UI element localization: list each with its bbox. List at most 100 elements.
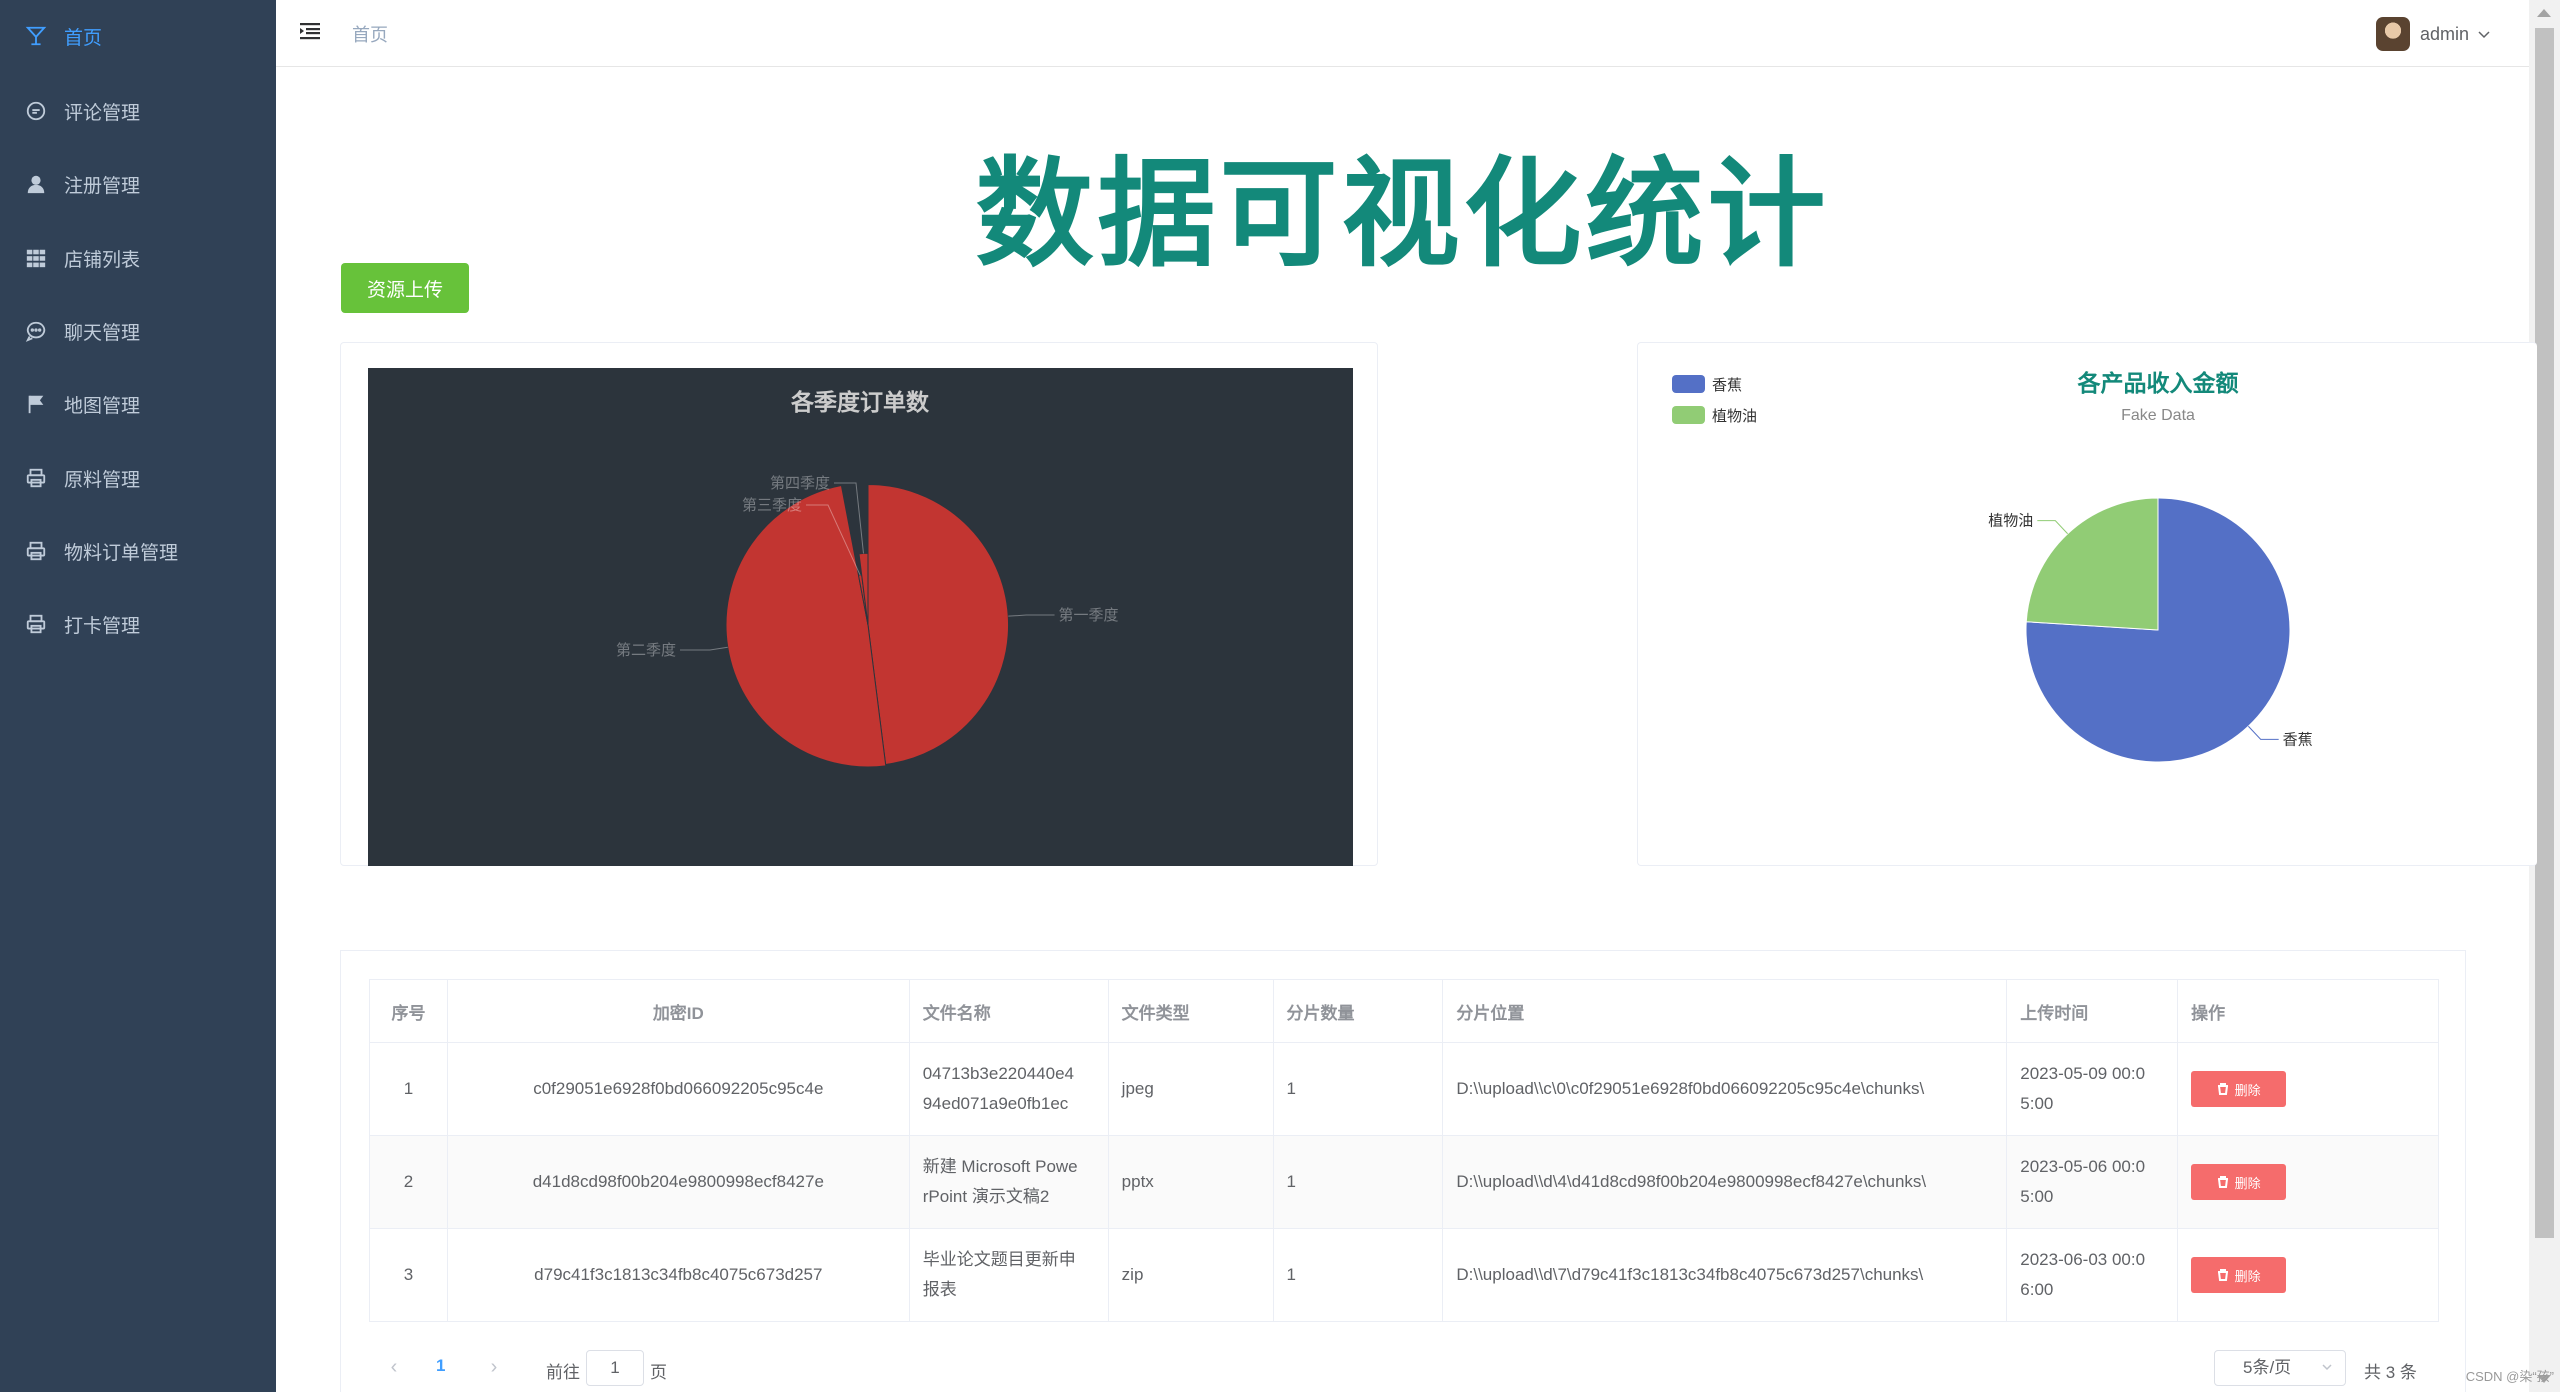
cell-index: 2 [369, 1135, 448, 1229]
breadcrumb[interactable]: 首页 [352, 21, 388, 47]
cell-index: 1 [369, 1042, 448, 1136]
legend-swatch [1672, 375, 1705, 393]
pie-slice [2025, 497, 2159, 631]
pie-slice [867, 483, 1009, 765]
pagination: ‹ 1 › 前往 页 5条/页 共 3 条 [340, 1348, 2466, 1388]
pie-label: 第一季度 [1059, 606, 1119, 624]
col-header-id: 加密ID [446, 979, 910, 1043]
sidebar-item-home[interactable]: 首页 [0, 6, 276, 66]
sidebar-item-checkin[interactable]: 打卡管理 [0, 594, 276, 654]
col-header-filetype: 文件类型 [1107, 979, 1274, 1043]
printer-icon [24, 612, 48, 636]
grid-icon [24, 246, 48, 270]
chat-dot-icon [24, 99, 48, 123]
next-page-icon[interactable]: › [484, 1357, 504, 1377]
cell-id: c0f29051e6928f0bd066092205c95c4e [446, 1042, 910, 1136]
page-size-select[interactable]: 5条/页 [2214, 1350, 2346, 1386]
cell-upload-time: 2023-05-09 00:0 5:00 [2006, 1042, 2179, 1136]
cell-time-line: 2023-05-09 00:0 [2020, 1064, 2146, 1083]
username: admin [2419, 23, 2469, 44]
chart-subtitle: Fake Data [2121, 407, 2195, 424]
chat-bubble-icon [24, 319, 48, 343]
chevron-down-icon [2322, 1364, 2332, 1371]
trash-icon [2217, 1269, 2228, 1281]
cell-chunk-count: 1 [1272, 1228, 1444, 1322]
legend-label: 植物油 [1712, 408, 1757, 425]
sidebar-item-label: 聊天管理 [64, 322, 141, 344]
sidebar-item-shops[interactable]: 店铺列表 [0, 228, 276, 288]
sidebar-item-chat[interactable]: 聊天管理 [0, 301, 276, 361]
product-revenue-pie-svg: 各产品收入金额Fake Data香蕉植物油香蕉植物油 [1672, 370, 2313, 763]
cell-upload-time: 2023-06-03 00:0 6:00 [2006, 1228, 2179, 1322]
sidebar-item-registration[interactable]: 注册管理 [0, 154, 276, 214]
cell-filename-line: 毕业论文题目更新申 [922, 1250, 1076, 1269]
pie-label-line [1008, 614, 1055, 617]
goto-page-input[interactable] [586, 1350, 644, 1386]
cocktail-icon [24, 24, 48, 48]
user-icon [24, 172, 48, 196]
sidebar-item-comments[interactable]: 评论管理 [0, 81, 276, 141]
flag-icon [24, 392, 48, 416]
quarterly-orders-pie-svg: 各季度订单数第一季度第二季度 第三季度 第四季度 [616, 389, 1119, 768]
sidebar-item-label: 店铺列表 [64, 249, 141, 271]
cell-filename-line: 94ed071a9e0fb1ec [922, 1094, 1069, 1113]
pie-slice [725, 484, 887, 768]
cell-filename: 新建 Microsoft Powe rPoint 演示文稿2 [908, 1135, 1109, 1229]
watermark: CSDN @染“孩” [2465, 1369, 2554, 1384]
navbar: 首页 admin [276, 0, 2529, 67]
sidebar-item-materials[interactable]: 原料管理 [0, 448, 276, 508]
cell-chunk-count: 1 [1272, 1135, 1444, 1229]
printer-icon [24, 539, 48, 563]
cell-chunk-count: 1 [1272, 1042, 1444, 1136]
cell-time-line: 6:00 [2020, 1280, 2054, 1299]
cell-actions: 删除 [2177, 1135, 2439, 1229]
col-header-actions: 操作 [2177, 979, 2439, 1043]
cell-chunk-path: D:\\upload\\d\4\d41d8cd98f00b204e9800998… [1442, 1135, 2008, 1229]
col-header-filename: 文件名称 [908, 979, 1109, 1043]
sidebar-item-label: 物料订单管理 [64, 542, 179, 564]
cell-filename: 04713b3e220440e4 94ed071a9e0fb1ec [908, 1042, 1109, 1136]
sidebar-item-map[interactable]: 地图管理 [0, 374, 276, 434]
upload-button[interactable]: 资源上传 [341, 263, 469, 313]
col-header-index: 序号 [369, 979, 448, 1043]
page-number[interactable]: 1 [436, 1356, 445, 1376]
col-header-upload-time: 上传时间 [2006, 979, 2179, 1043]
pie-label-line [2037, 520, 2069, 535]
delete-button-label: 删除 [2234, 1082, 2261, 1098]
cell-filetype: zip [1107, 1228, 1274, 1322]
page-size-value: 5条/页 [2243, 1358, 2292, 1377]
pie-label-line [680, 646, 728, 651]
table-row: 1 c0f29051e6928f0bd066092205c95c4e 04713… [369, 1042, 2439, 1136]
cell-time-line: 5:00 [2020, 1187, 2054, 1206]
quarterly-orders-chart: 各季度订单数 第一季度 第二季度 第三季度 第四季度 [368, 368, 1353, 866]
sidebar-item-label: 注册管理 [64, 175, 141, 197]
cell-chunk-path: D:\\upload\\c\0\c0f29051e6928f0bd0660922… [1442, 1042, 2008, 1136]
sidebar: 首页 评论管理 注册管理 店铺列表 聊天管理 地图管理 原料管理 物料订单管理 … [0, 0, 276, 1392]
chart-title: 各季度订单数 [790, 389, 930, 415]
sidebar-item-material-orders[interactable]: 物料订单管理 [0, 521, 276, 581]
prev-page-icon[interactable]: ‹ [384, 1357, 404, 1377]
cell-filename: 毕业论文题目更新申 报表 [908, 1228, 1109, 1322]
cell-filename-line: 04713b3e220440e4 [922, 1064, 1074, 1083]
scroll-up-arrow-icon[interactable] [2537, 9, 2551, 17]
sidebar-item-label: 首页 [64, 27, 103, 49]
hamburger-menu-icon[interactable] [298, 19, 322, 43]
total-count: 共 3 条 [2364, 1363, 2417, 1382]
delete-button[interactable]: 删除 [2191, 1257, 2287, 1293]
cell-filetype: pptx [1107, 1135, 1274, 1229]
delete-button[interactable]: 删除 [2191, 1164, 2287, 1200]
cell-upload-time: 2023-05-06 00:0 5:00 [2006, 1135, 2179, 1229]
goto-prefix: 前往 [546, 1363, 580, 1382]
goto-suffix: 页 [650, 1363, 667, 1382]
file-table: 序号 加密ID 文件名称 文件类型 分片数量 分片位置 上传时间 操作 1 c0… [369, 979, 2439, 1322]
trash-icon [2217, 1083, 2228, 1095]
chevron-down-icon [2478, 31, 2490, 39]
trash-icon [2217, 1176, 2228, 1188]
cell-filename-line: 新建 Microsoft Powe [922, 1157, 1078, 1176]
quarterly-orders-card: 各季度订单数 第一季度 第二季度 第三季度 第四季度 [340, 342, 1378, 866]
avatar [2375, 17, 2410, 51]
delete-button[interactable]: 删除 [2191, 1071, 2287, 1107]
page-title: 数据可视化统计 [975, 149, 1830, 281]
user-dropdown[interactable]: admin [2375, 16, 2491, 52]
sidebar-item-label: 原料管理 [64, 469, 141, 491]
